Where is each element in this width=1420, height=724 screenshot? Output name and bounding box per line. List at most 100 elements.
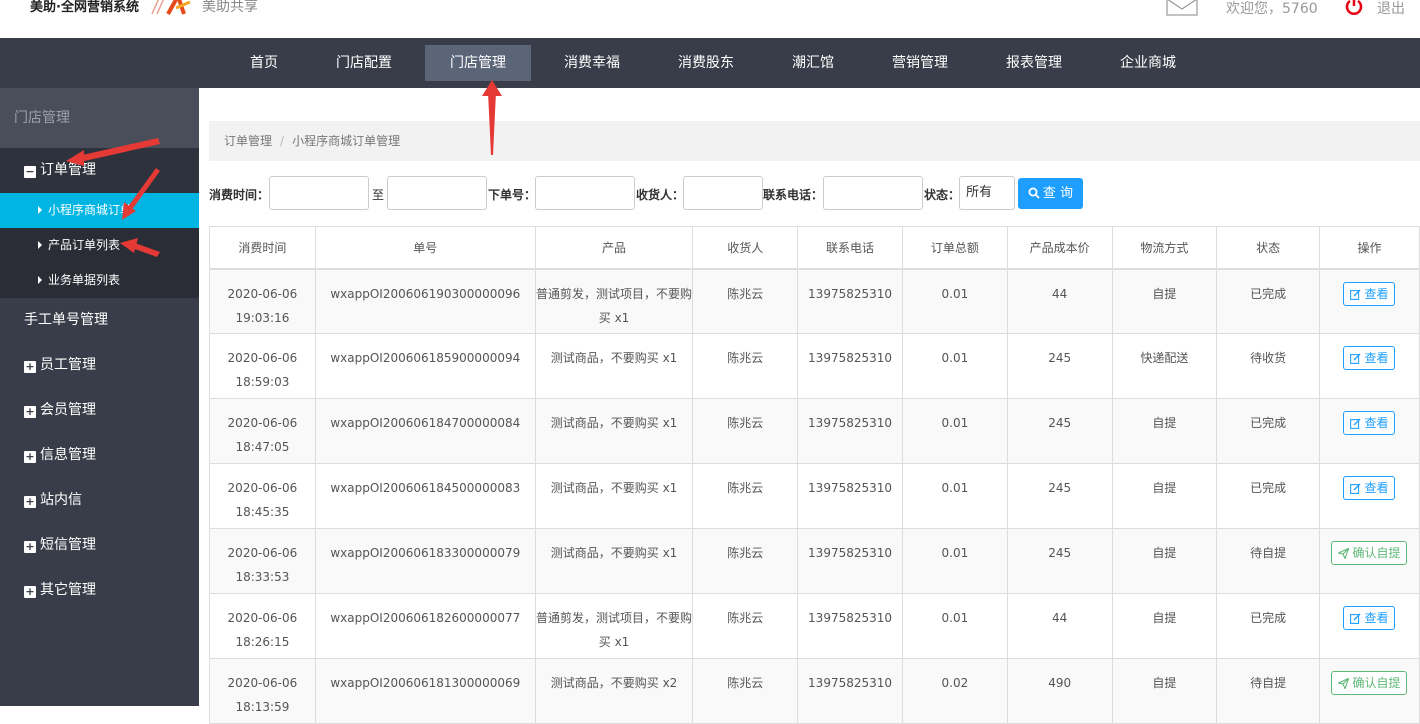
cell-receiver: 陈兆云 (692, 593, 799, 659)
sidebar-item-info[interactable]: + 信息管理 (0, 433, 199, 478)
sidebar-sub-business-docs[interactable]: 业务单据列表 (0, 263, 199, 298)
time-label: 消费时间： (209, 188, 270, 202)
breadcrumb: 订单管理 / 小程序商城订单管理 (209, 121, 1420, 161)
breadcrumb-parent[interactable]: 订单管理 (224, 134, 272, 148)
cell-logistics: 自提 (1111, 268, 1218, 334)
cell-phone: 13975825310 (797, 398, 904, 464)
cell-time: 2020-06-06 18:45:35 (209, 463, 316, 529)
col-header-product: 产品 (534, 226, 694, 270)
view-button[interactable]: 查看 (1343, 476, 1396, 500)
view-button[interactable]: 查看 (1343, 281, 1396, 306)
cell-total: 0.01 (902, 528, 1008, 594)
cell-order-number: wxappOI200606181300000069 (314, 658, 536, 724)
mail-icon[interactable] (1166, 0, 1198, 16)
cell-time: 2020-06-06 18:13:59 (209, 658, 316, 724)
cell-receiver: 陈兆云 (692, 333, 799, 399)
cell-receiver: 陈兆云 (692, 398, 799, 464)
col-header-receiver: 收货人 (692, 226, 799, 270)
receiver-input[interactable] (683, 176, 763, 210)
cell-logistics: 自提 (1111, 398, 1218, 464)
cell-total: 0.01 (902, 268, 1008, 334)
confirm-pickup-button[interactable]: 确认自提 (1331, 671, 1408, 695)
brand-logo-icon (151, 0, 191, 15)
nav-item-chaohui-hall[interactable]: 潮汇馆 (778, 45, 848, 81)
breadcrumb-separator: / (280, 134, 285, 148)
cell-order-number: wxappOI200606183300000079 (314, 528, 536, 594)
welcome-text: 欢迎您，5760 (1226, 1, 1318, 17)
sidebar-item-manual-order-number[interactable]: 手工单号管理 (0, 298, 199, 343)
view-button[interactable]: 查看 (1343, 606, 1396, 630)
cell-cost: 245 (1006, 333, 1113, 399)
sidebar-item-members[interactable]: + 会员管理 (0, 388, 199, 433)
nav-item-home[interactable]: 首页 (236, 45, 292, 81)
sidebar-item-other[interactable]: + 其它管理 (0, 568, 199, 613)
nav-item-marketing[interactable]: 营销管理 (878, 45, 962, 81)
table-row: 2020-06-06 18:47:05 wxappOI20060618470000… (209, 398, 1420, 464)
view-button[interactable]: 查看 (1343, 411, 1396, 435)
cell-status: 待自提 (1216, 658, 1320, 724)
sidebar-sub-miniprogram-orders[interactable]: 小程序商城订单 (0, 193, 199, 228)
receiver-label: 收货人： (636, 188, 685, 202)
sidebar-sub-product-orders[interactable]: 产品订单列表 (0, 228, 199, 263)
order-number-input[interactable] (535, 176, 635, 210)
cell-status: 待自提 (1216, 528, 1320, 594)
caret-right-icon (38, 241, 42, 249)
col-header-phone: 联系电话 (797, 226, 904, 270)
cell-actions: 查看 (1318, 463, 1420, 529)
cell-status: 已完成 (1216, 268, 1320, 334)
col-header-cost: 产品成本价 (1006, 226, 1113, 270)
sidebar-item-sms[interactable]: + 短信管理 (0, 523, 199, 568)
edit-icon (1350, 613, 1361, 624)
sidebar-heading: 门店管理 (0, 88, 199, 148)
view-button[interactable]: 查看 (1343, 346, 1396, 370)
end-time-input[interactable] (387, 176, 487, 210)
cell-product: 普通剪发，测试项目，不要购买 x1 (534, 268, 694, 334)
cell-cost: 245 (1006, 398, 1113, 464)
nav-item-store-management[interactable]: 门店管理 (425, 45, 531, 81)
table-row: 2020-06-06 18:59:03 wxappOI20060618590000… (209, 333, 1420, 399)
breadcrumb-current: 小程序商城订单管理 (292, 134, 401, 148)
sidebar-item-site-messages[interactable]: + 站内信 (0, 478, 199, 523)
nav-item-reports[interactable]: 报表管理 (992, 45, 1076, 81)
cell-phone: 13975825310 (797, 333, 904, 399)
cell-total: 0.01 (902, 463, 1008, 529)
confirm-pickup-button[interactable]: 确认自提 (1331, 541, 1408, 565)
cell-cost: 44 (1006, 593, 1113, 659)
table-row: 2020-06-06 19:03:16 wxappOI20060619030000… (209, 268, 1420, 334)
phone-input[interactable] (823, 176, 923, 210)
expand-icon: + (24, 540, 36, 553)
start-time-input[interactable] (269, 176, 369, 210)
logout-link[interactable]: 退出 (1377, 0, 1405, 18)
query-button[interactable]: 查 询 (1018, 178, 1083, 209)
expand-icon: + (24, 405, 36, 418)
nav-item-store-config[interactable]: 门店配置 (322, 45, 406, 81)
cell-product: 测试商品，不要购买 x2 (534, 658, 694, 724)
cell-order-number: wxappOI200606185900000094 (314, 333, 536, 399)
nav-item-consume-happiness[interactable]: 消费幸福 (550, 45, 634, 81)
cell-phone: 13975825310 (797, 593, 904, 659)
status-select[interactable]: 所有 (959, 176, 1015, 210)
cell-time: 2020-06-06 19:03:16 (209, 268, 316, 334)
nav-item-enterprise-mall[interactable]: 企业商城 (1106, 45, 1190, 81)
cell-actions: 查看 (1318, 398, 1420, 464)
cell-time: 2020-06-06 18:59:03 (209, 333, 316, 399)
cell-product: 普通剪发，测试项目，不要购买 x1 (534, 593, 694, 659)
col-header-order-number: 单号 (314, 226, 536, 270)
sidebar-item-order-management[interactable]: − 订单管理 (0, 148, 199, 193)
cell-logistics: 自提 (1111, 463, 1218, 529)
cell-product: 测试商品，不要购买 x1 (534, 528, 694, 594)
power-icon[interactable] (1344, 0, 1364, 16)
phone-label: 联系电话： (763, 188, 824, 202)
cell-logistics: 自提 (1111, 658, 1218, 724)
cell-status: 已完成 (1216, 593, 1320, 659)
cell-logistics: 自提 (1111, 528, 1218, 594)
table-row: 2020-06-06 18:13:59 wxappOI20060618130000… (209, 658, 1420, 724)
edit-icon (1350, 483, 1361, 494)
cell-total: 0.01 (902, 398, 1008, 464)
cell-total: 0.02 (902, 658, 1008, 724)
cell-cost: 490 (1006, 658, 1113, 724)
cell-actions: 查看 (1318, 333, 1420, 399)
nav-item-consume-shareholder[interactable]: 消费股东 (664, 45, 748, 81)
sidebar-item-staff[interactable]: + 员工管理 (0, 343, 199, 388)
cell-actions: 查看 (1318, 268, 1420, 334)
